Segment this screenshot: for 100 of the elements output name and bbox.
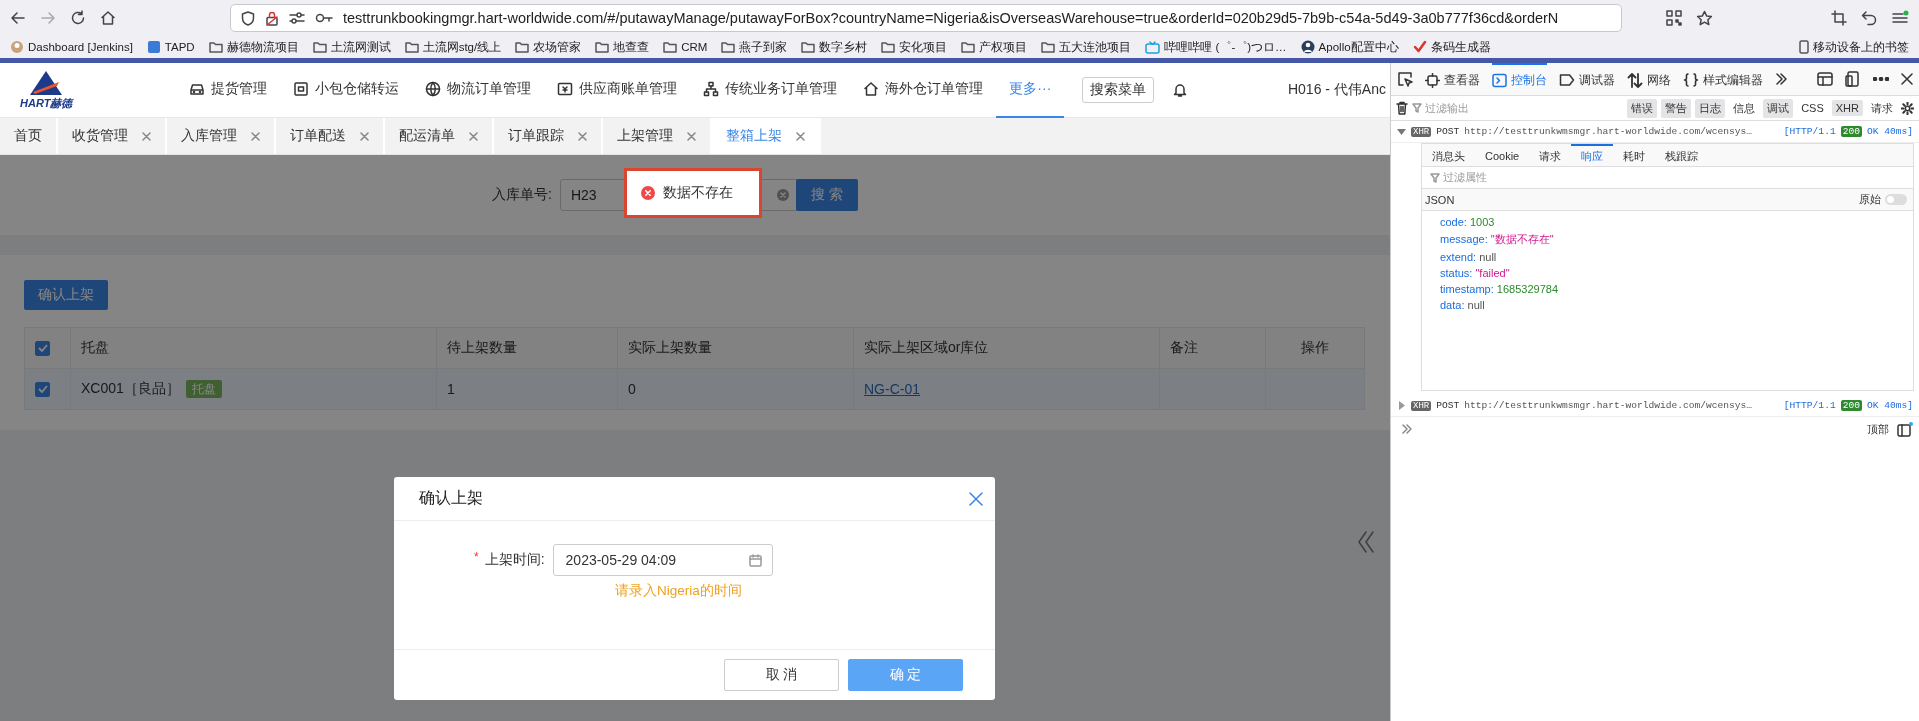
bookmark[interactable]: 数字乡村 xyxy=(801,39,868,55)
chip-icon xyxy=(1425,72,1440,88)
globe-icon xyxy=(425,81,442,97)
bookmark[interactable]: TAPD xyxy=(146,40,195,54)
column-header: 备注 xyxy=(1159,327,1266,369)
status-code: 200 xyxy=(1840,400,1862,411)
sidebar-toggle-icon[interactable] xyxy=(1897,421,1913,437)
bookmark[interactable]: 土流网stg/线上 xyxy=(404,39,502,55)
toast-message: 数据不存在 xyxy=(663,184,733,202)
home-icon[interactable] xyxy=(100,10,116,26)
checkbox[interactable] xyxy=(35,340,50,356)
picker-icon[interactable] xyxy=(1397,71,1413,87)
bookmark[interactable]: 安化项目 xyxy=(881,39,948,55)
log-filter-button[interactable]: 错误 xyxy=(1627,98,1658,118)
required-mark: * xyxy=(474,550,479,564)
settings-icon[interactable] xyxy=(1901,101,1914,115)
tv-icon xyxy=(1145,40,1161,54)
undo-icon[interactable] xyxy=(1861,10,1877,26)
log-filter-button[interactable]: 调试 xyxy=(1763,98,1794,118)
qr-code-icon[interactable] xyxy=(1666,10,1682,26)
detail-tab[interactable]: 消息头 xyxy=(1422,144,1475,166)
context-selector[interactable]: 顶部 xyxy=(1867,421,1889,437)
bookmark[interactable]: 地查查 xyxy=(595,39,650,55)
collapsed-arrow-icon[interactable] xyxy=(1397,401,1406,410)
folder-icon xyxy=(404,41,419,53)
log-filter-button[interactable]: 信息 xyxy=(1729,98,1760,118)
folder-icon xyxy=(663,41,678,53)
devtools-tab[interactable]: 样式编辑器 xyxy=(1683,63,1763,95)
nav-item[interactable]: 小包仓储转运 xyxy=(280,63,413,118)
request-url[interactable]: http://testtrunkwmsmgr.hart-worldwide.com/wcensys… xyxy=(1464,126,1779,137)
log-filter-button[interactable]: 日志 xyxy=(1695,98,1726,118)
trash-icon[interactable] xyxy=(1396,101,1408,115)
page-tab[interactable]: 整箱上架 xyxy=(712,118,821,154)
nav-item[interactable]: 海外仓订单管理 xyxy=(850,63,997,118)
address-bar[interactable]: testtrunkbookingmgr.hart-worldwide.com/#/putawayManage/putawayForBox?countryName=Nigeria&isOverseasWarehouse=true&orderId=020b29d5-7b9b-c54a-5d49-3a0b777f36cd&orderN xyxy=(230,4,1622,32)
column-header: 待上架数量 xyxy=(436,327,618,369)
bell-icon[interactable] xyxy=(1172,82,1189,98)
menu-icon[interactable] xyxy=(1891,10,1909,26)
mobile-bookmarks[interactable]: 移动设备上的书签 xyxy=(1799,39,1909,55)
property-key: message: xyxy=(1440,233,1488,245)
request-method: POST xyxy=(1436,126,1460,137)
expanded-arrow-icon[interactable] xyxy=(1397,127,1406,136)
crop-icon[interactable] xyxy=(1831,10,1847,26)
app-icon xyxy=(146,40,161,54)
property-key: extend: xyxy=(1440,251,1477,263)
raw-toggle[interactable] xyxy=(1885,194,1907,205)
dock-layout-icon[interactable] xyxy=(1817,72,1833,86)
nav-item[interactable]: 供应商账单管理 xyxy=(544,63,691,118)
double-chevron-right-icon[interactable] xyxy=(1775,73,1787,85)
bookmark[interactable]: Dashboard [Jenkins] xyxy=(10,40,133,54)
detail-tab[interactable]: Cookie xyxy=(1475,144,1530,166)
search-menu-button[interactable]: 搜索菜单 xyxy=(1082,77,1155,103)
devtools-tab[interactable]: 查看器 xyxy=(1425,63,1480,95)
bookmark[interactable]: CRM xyxy=(663,41,708,53)
shield-icon xyxy=(241,10,255,26)
bookmark[interactable]: 哔哩哔哩 (゜-゜)つロ… xyxy=(1145,39,1287,55)
devtools-tab[interactable]: 调试器 xyxy=(1559,63,1615,95)
log-filter-button[interactable]: CSS xyxy=(1797,100,1828,116)
log-filter-button[interactable]: 警告 xyxy=(1661,98,1692,118)
star-icon[interactable] xyxy=(1696,9,1713,27)
log-filter-button[interactable]: 请求 xyxy=(1867,98,1897,118)
detail-tab[interactable]: 耗时 xyxy=(1613,144,1656,166)
calendar-icon xyxy=(748,553,762,567)
bookmark[interactable]: 条码生成器 xyxy=(1412,39,1491,55)
bookmark[interactable]: Apollo配置中心 xyxy=(1300,39,1399,55)
responsive-icon[interactable] xyxy=(1845,71,1861,87)
bookmark[interactable]: 燕子到家 xyxy=(721,39,788,55)
devtools-tab[interactable]: 网络 xyxy=(1627,63,1671,95)
cancel-button[interactable]: 取 消 xyxy=(724,659,839,691)
nav-item[interactable]: 物流订单管理 xyxy=(412,63,545,118)
back-icon[interactable] xyxy=(10,10,26,26)
car-icon xyxy=(189,81,206,97)
more-icon[interactable] xyxy=(1873,77,1889,81)
close-icon[interactable] xyxy=(1901,73,1913,85)
phone-icon xyxy=(1799,40,1809,54)
error-icon xyxy=(641,186,655,200)
bookmark[interactable]: 农场管家 xyxy=(515,39,582,55)
bookmark[interactable]: 土流网测试 xyxy=(312,39,391,55)
user-name[interactable]: H016 - 代伟Anc xyxy=(1287,81,1390,99)
detail-tab[interactable]: 栈跟踪 xyxy=(1655,144,1709,166)
log-filter-button[interactable]: XHR xyxy=(1831,100,1863,116)
checkbox[interactable] xyxy=(35,381,50,397)
table-cell: 1 xyxy=(436,368,618,410)
detail-tab[interactable]: 请求 xyxy=(1529,144,1572,166)
bookmark[interactable]: 产权项目 xyxy=(961,39,1028,55)
detail-tab[interactable]: 响应 xyxy=(1571,144,1614,166)
folder-icon xyxy=(312,41,327,53)
box-icon xyxy=(293,81,310,97)
double-chevron-icon[interactable] xyxy=(1356,530,1376,554)
devtools-tab[interactable]: 控制台 xyxy=(1492,63,1547,95)
nav-item[interactable]: 提货管理 xyxy=(176,63,281,118)
reload-icon[interactable] xyxy=(70,10,86,26)
request-url[interactable]: http://testtrunkwmsmgr.hart-worldwide.com/wcensys… xyxy=(1464,400,1779,411)
folder-icon xyxy=(515,41,530,53)
bookmark[interactable]: 五大连池项目 xyxy=(1041,39,1132,55)
filter-icon xyxy=(1412,103,1422,113)
date-time-field[interactable]: 2023-05-29 04:09 xyxy=(552,544,773,576)
bookmark[interactable]: 赫德物流项目 xyxy=(208,39,299,55)
folder-icon xyxy=(961,41,976,53)
nav-item[interactable]: 传统业务订单管理 xyxy=(690,63,851,118)
